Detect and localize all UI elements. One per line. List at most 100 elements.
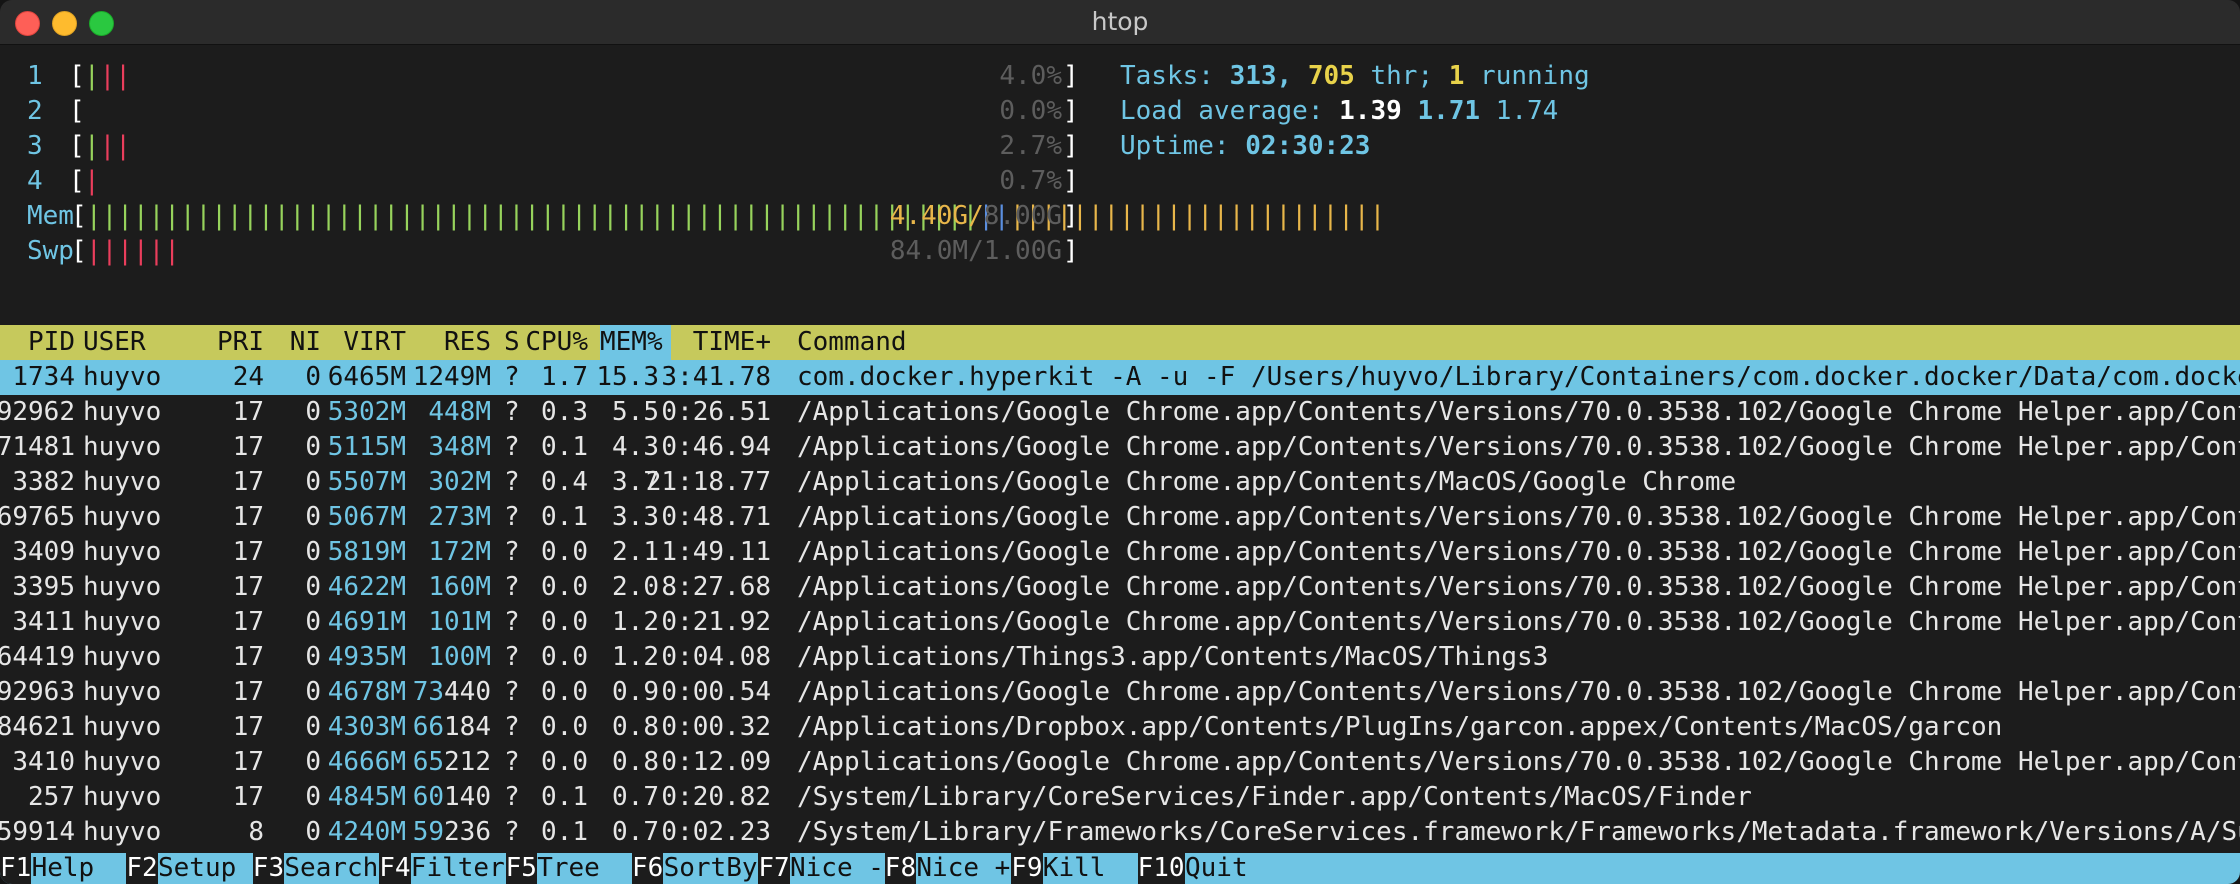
process-time: 8:27.68 [661, 572, 771, 602]
process-virt: 4691M [327, 607, 406, 637]
uptime-value: 02:30:23 [1245, 131, 1371, 161]
process-user: huyvo [83, 677, 162, 707]
process-row[interactable]: 92962 huyvo 17 0 5302M 448M? 0.3 5.5 0:26.51/App… [0, 395, 2240, 430]
process-pri: 17 [232, 537, 264, 567]
process-res: 73440 [412, 677, 491, 707]
process-cpu: 0.0 [541, 642, 588, 672]
function-label-kill[interactable]: Kill [1043, 853, 1137, 884]
function-key-f4[interactable]: F4 [379, 853, 411, 884]
function-key-f7[interactable]: F7 [758, 853, 790, 884]
function-key-f3[interactable]: F3 [252, 853, 285, 884]
meter-value: 4.0% [999, 61, 1062, 91]
column-header-mem[interactable]: MEM% [600, 325, 671, 360]
function-label-tree[interactable]: Tree [537, 853, 631, 884]
function-key-f1[interactable]: F1 [0, 853, 32, 884]
process-row[interactable]: 3411 huyvo 17 0 4691M 101M? 0.0 1.2 0:21.92/Appl… [0, 605, 2240, 640]
load-1min: 1.39 [1339, 96, 1402, 126]
column-header-user[interactable]: USER [83, 325, 146, 360]
process-res: 65212 [412, 747, 491, 777]
process-row[interactable]: 3410 huyvo 17 0 4666M 65212? 0.0 0.8 0:12.09/App… [0, 745, 2240, 780]
function-label-help[interactable]: Help [32, 853, 126, 884]
process-cpu: 0.0 [541, 572, 588, 602]
function-label-nice[interactable]: Nice - [790, 853, 884, 884]
process-cpu: 0.0 [541, 747, 588, 777]
process-row[interactable]: 257 huyvo 17 0 4845M 60140? 0.1 0.7 0:20.82/Syst… [0, 780, 2240, 815]
process-row[interactable]: 1734 huyvo 24 0 6465M 1249M? 1.7 15.3 3:41.78 com… [0, 360, 2240, 395]
column-header-command[interactable]: Command [797, 325, 907, 360]
meter-label: Swp [27, 236, 74, 266]
process-cmd: /Applications/Google Chrome.app/Contents… [797, 677, 2240, 707]
process-mem: 2.0 [612, 572, 659, 602]
process-pid: 257 [28, 782, 75, 812]
process-virt: 4303M [327, 712, 406, 742]
process-mem: 1.2 [612, 642, 659, 672]
column-header-pid[interactable]: PID [28, 325, 75, 360]
process-row[interactable]: 84621 huyvo 17 0 4303M 66184? 0.0 0.8 0:00.32/Ap… [0, 710, 2240, 745]
function-label-filter[interactable]: Filter [411, 853, 505, 884]
column-header-cpu[interactable]: CPU% [525, 325, 588, 360]
process-pri: 8 [248, 817, 264, 847]
process-cpu: 0.0 [541, 712, 588, 742]
function-key-f9[interactable]: F9 [1011, 853, 1043, 884]
function-label-nice[interactable]: Nice + [916, 853, 1010, 884]
process-table-header: PID USER PRI NI VIRT RES S CPU% MEM% TIME+ Command [0, 325, 2240, 360]
function-label-setup[interactable]: Setup [158, 853, 252, 884]
function-label-search[interactable]: Search [284, 853, 378, 884]
process-row[interactable]: 71481 huyvo 17 0 5115M 348M? 0.1 4.3 0:46.94/App… [0, 430, 2240, 465]
process-row[interactable]: 64419 huyvo 17 0 4935M 100M? 0.0 1.2 0:04.08/App… [0, 640, 2240, 675]
process-user: huyvo [83, 712, 162, 742]
process-user: huyvo [83, 432, 162, 462]
column-header-pri[interactable]: PRI [217, 325, 264, 360]
process-res: 448M [428, 397, 491, 427]
process-mem: 0.8 [612, 747, 659, 777]
meter-bar: ||| [84, 61, 131, 91]
process-cmd: com.docker.hyperkit -A -u -F /Users/huyv… [797, 362, 2240, 392]
process-time: 0:02.23 [661, 817, 771, 847]
process-mem: 2.1 [612, 537, 659, 567]
function-label-sortby[interactable]: SortBy [664, 853, 758, 884]
process-pri: 17 [232, 782, 264, 812]
process-mem: 0.7 [612, 817, 659, 847]
meter-bracket-right: ] [1063, 96, 1079, 126]
process-user: huyvo [83, 782, 162, 812]
process-pid: 64419 [0, 642, 75, 672]
process-row[interactable]: 92963 huyvo 17 0 4678M 73440? 0.0 0.9 0:00.54/Ap… [0, 675, 2240, 710]
process-row[interactable]: 3395 huyvo 17 0 4622M 160M? 0.0 2.0 8:27.68/Appl… [0, 570, 2240, 605]
function-label-quit[interactable]: Quit [1185, 853, 1279, 884]
column-header-virt[interactable]: VIRT [343, 325, 406, 360]
process-time: 0:26.51 [661, 397, 771, 427]
process-ni: 0 [305, 642, 321, 672]
process-virt: 6465M [327, 362, 406, 392]
function-key-f2[interactable]: F2 [126, 853, 158, 884]
function-key-f10[interactable]: F10 [1137, 853, 1185, 884]
process-res: 66184 [412, 712, 491, 742]
process-cmd: /Applications/Google Chrome.app/Contents… [797, 502, 2240, 532]
process-pid: 84621 [0, 712, 75, 742]
process-time: 1:49.11 [661, 537, 771, 567]
process-pri: 17 [232, 712, 264, 742]
process-mem: 15.3 [596, 362, 659, 392]
function-key-f6[interactable]: F6 [632, 853, 664, 884]
process-res: 59236 [412, 817, 491, 847]
process-cmd: /System/Library/CoreServices/Finder.app/… [797, 782, 1752, 812]
function-key-f8[interactable]: F8 [884, 853, 917, 884]
meter-bracket-left: [ [71, 201, 87, 231]
process-time: 0:48.71 [661, 502, 771, 532]
process-s: ? [504, 467, 520, 497]
function-key-f5[interactable]: F5 [505, 853, 537, 884]
process-mem: 4.3 [612, 432, 659, 462]
process-row[interactable]: 59914 huyvo 8 0 4240M 59236? 0.1 0.7 0:02.23/Sys… [0, 815, 2240, 850]
column-header-res[interactable]: RES [444, 325, 491, 360]
process-row[interactable]: 3409 huyvo 17 0 5819M 172M? 0.0 2.1 1:49.11/Appl… [0, 535, 2240, 570]
column-header-time[interactable]: TIME+ [693, 325, 771, 360]
process-row[interactable]: 69765 huyvo 17 0 5067M 273M? 0.1 3.3 0:48.71/App… [0, 500, 2240, 535]
process-ni: 0 [305, 362, 321, 392]
process-row[interactable]: 3382 huyvo 17 0 5507M 302M? 0.4 3.7 21:18.77/App… [0, 465, 2240, 500]
tasks-line: Tasks: 313, 705 thr; 1 running [1120, 59, 1590, 94]
process-virt: 5115M [327, 432, 406, 462]
meter-bracket-left: [ [71, 236, 87, 266]
column-header-s[interactable]: S [504, 325, 520, 360]
column-header-ni[interactable]: NI [290, 325, 321, 360]
process-time: 0:00.54 [661, 677, 771, 707]
meter-bar: ||| [84, 131, 131, 161]
